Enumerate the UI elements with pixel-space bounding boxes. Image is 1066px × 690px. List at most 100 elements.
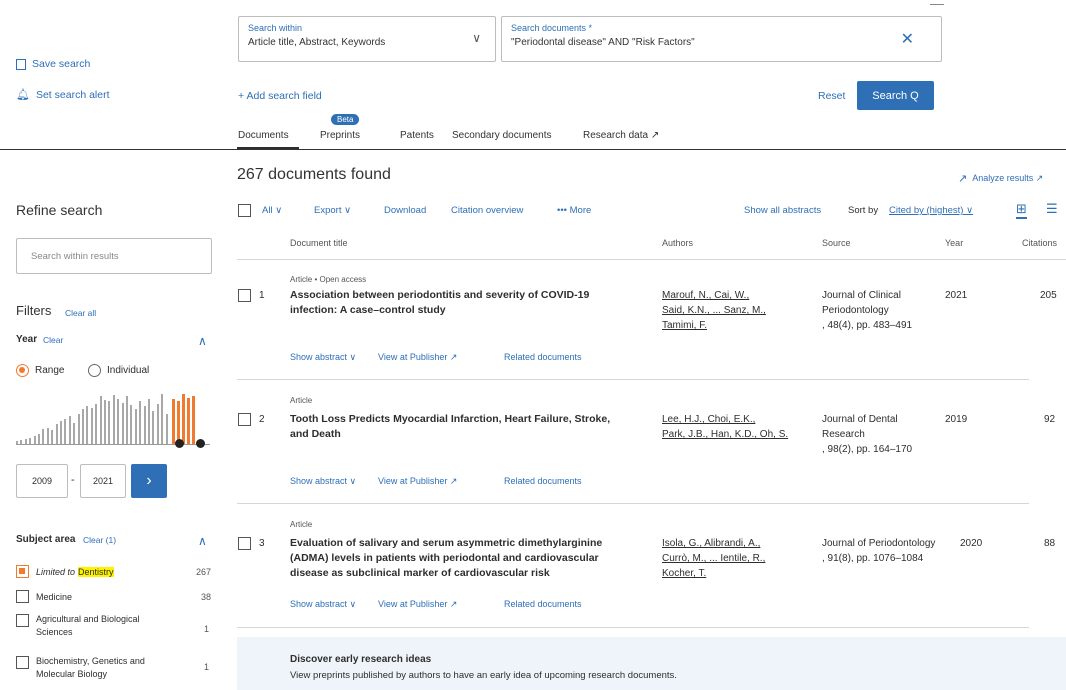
row-authors-line2[interactable]: Park, J.B., Han, K.D., Oh, S. <box>662 429 788 440</box>
discover-text[interactable]: View preprints published by authors to h… <box>290 670 677 681</box>
header-divider <box>237 259 1066 260</box>
row-title-line1[interactable]: Association between periodontitis and se… <box>290 288 589 303</box>
grid-view-icon[interactable]: ⊞ <box>1016 201 1027 219</box>
row-authors-line3[interactable]: Tamimi, F. <box>662 320 707 331</box>
row-authors-line3[interactable]: Kocher, T. <box>662 568 706 579</box>
chevron-up-icon[interactable]: ∧ <box>198 334 207 348</box>
range-handle-left[interactable] <box>175 439 184 448</box>
row-authors-line1[interactable]: Isola, G., Alibrandi, A., <box>662 538 760 549</box>
row-year: 2019 <box>945 414 968 425</box>
add-search-field-link[interactable]: + Add search field <box>238 90 322 102</box>
row-title-line1[interactable]: Evaluation of salivary and serum asymmet… <box>290 536 602 551</box>
tabs-divider <box>0 149 1066 150</box>
tab-research-data[interactable]: Research data ↗ <box>583 130 659 141</box>
all-dropdown[interactable]: All ∨ <box>262 205 282 216</box>
discover-banner: Discover early research ideas View prepr… <box>237 637 1066 690</box>
row-citations[interactable]: 205 <box>1040 290 1057 301</box>
export-dropdown[interactable]: Export ∨ <box>314 205 351 216</box>
related-documents-link[interactable]: Related documents <box>504 599 582 609</box>
histogram-bar <box>51 430 54 444</box>
column-year[interactable]: Year <box>945 238 963 248</box>
year-to-input[interactable]: 2021 <box>80 464 126 498</box>
row-source-line1[interactable]: Journal of Dental <box>822 414 898 425</box>
row-number: 3 <box>259 538 265 549</box>
search-within-label: Search within <box>248 23 303 33</box>
show-abstract-button[interactable]: Show abstract ∨ <box>290 599 356 610</box>
citation-overview-button[interactable]: Citation overview <box>451 205 523 216</box>
row-authors-line2[interactable]: Currò, M., ... Ientile, R., <box>662 553 765 564</box>
tab-secondary-documents[interactable]: Secondary documents <box>452 130 552 141</box>
search-documents-input[interactable]: Search documents * "Periodontal disease"… <box>501 16 942 62</box>
analyze-results-link[interactable]: ↗ Analyze results ↗ <box>958 172 1043 185</box>
row-checkbox[interactable] <box>238 413 251 426</box>
search-within-select[interactable]: Search within Article title, Abstract, K… <box>238 16 496 62</box>
view-at-publisher-link[interactable]: View at Publisher ↗ <box>378 352 457 363</box>
year-histogram[interactable] <box>16 392 210 444</box>
row-title-line2[interactable]: and Death <box>290 427 341 442</box>
row-authors-line1[interactable]: Lee, H.J., Choi, E.K., <box>662 414 755 425</box>
row-checkbox[interactable] <box>238 537 251 550</box>
column-source[interactable]: Source <box>822 238 851 248</box>
row-doc-type: Article <box>290 396 313 405</box>
row-authors-line1[interactable]: Marouf, N., Cai, W., <box>662 290 749 301</box>
row-title-line3[interactable]: disease as subclinical marker of cardiov… <box>290 566 550 581</box>
save-search-link[interactable]: Save search <box>16 58 90 70</box>
row-source-line3: , 98(2), pp. 164–170 <box>822 444 913 455</box>
histogram-bar <box>143 406 146 444</box>
view-at-publisher-link[interactable]: View at Publisher ↗ <box>378 476 457 487</box>
show-abstract-button[interactable]: Show abstract ∨ <box>290 352 356 363</box>
tab-documents[interactable]: Documents <box>238 130 289 141</box>
view-at-publisher-link[interactable]: View at Publisher ↗ <box>378 599 457 610</box>
row-title-line2[interactable]: (ADMA) levels in patients with periodont… <box>290 551 599 566</box>
row-source-line2[interactable]: Research <box>822 429 865 440</box>
sort-dropdown[interactable]: Cited by (highest) ∨ <box>889 205 973 216</box>
range-handle-right[interactable] <box>196 439 205 448</box>
close-icon[interactable]: ✕ <box>901 29 914 49</box>
chevron-up-icon[interactable]: ∧ <box>198 534 207 548</box>
radio-empty-icon <box>88 364 101 377</box>
related-documents-link[interactable]: Related documents <box>504 352 582 362</box>
beta-badge: Beta <box>331 114 360 125</box>
search-button[interactable]: Search Q <box>857 81 934 110</box>
tab-patents[interactable]: Patents <box>400 130 434 141</box>
subject-item-dentistry[interactable]: Limited to Dentistry 267 <box>16 565 211 578</box>
column-citations[interactable]: Citations <box>1022 238 1057 248</box>
apply-year-button[interactable]: › <box>131 464 167 498</box>
show-abstract-button[interactable]: Show abstract ∨ <box>290 476 356 487</box>
search-within-results-input[interactable]: Search within results <box>16 238 212 274</box>
tab-preprints[interactable]: Preprints <box>320 130 360 141</box>
histogram-bar <box>126 396 128 444</box>
related-documents-link[interactable]: Related documents <box>504 476 582 486</box>
more-button[interactable]: ••• More <box>557 205 591 216</box>
subject-item-medicine[interactable]: Medicine 38 <box>16 590 211 603</box>
histogram-bar <box>38 434 40 444</box>
row-checkbox[interactable] <box>238 289 251 302</box>
histogram-bar <box>86 406 89 444</box>
set-search-alert-link[interactable]: 🔔︎ Set search alert <box>16 88 110 102</box>
year-from-input[interactable]: 2009 <box>16 464 68 498</box>
histogram-bar <box>134 409 137 444</box>
histogram-bar-selected <box>182 394 185 444</box>
row-citations[interactable]: 88 <box>1044 538 1055 549</box>
row-title-line2[interactable]: infection: A case–control study <box>290 303 446 318</box>
row-authors-line2[interactable]: Said, K.N., ... Sanz, M., <box>662 305 766 316</box>
download-button[interactable]: Download <box>384 205 426 216</box>
list-view-icon[interactable]: ☰ <box>1046 201 1058 217</box>
row-source-line1[interactable]: Journal of Periodontology <box>822 538 935 549</box>
year-clear-link[interactable]: Clear <box>43 335 63 345</box>
column-authors[interactable]: Authors <box>662 238 693 248</box>
reset-button[interactable]: Reset <box>818 90 845 102</box>
show-all-abstracts-button[interactable]: Show all abstracts <box>744 205 821 216</box>
row-title-line1[interactable]: Tooth Loss Predicts Myocardial Infarctio… <box>290 412 610 427</box>
row-source-line3: , 48(4), pp. 483–491 <box>822 320 913 331</box>
row-source-line2[interactable]: Periodontology <box>822 305 889 316</box>
individual-radio[interactable]: Individual <box>88 364 149 377</box>
column-document-title[interactable]: Document title <box>290 238 348 248</box>
range-radio[interactable]: Range <box>16 364 64 377</box>
row-source-line1[interactable]: Journal of Clinical <box>822 290 901 301</box>
histogram-bar <box>33 436 36 444</box>
clear-all-link[interactable]: Clear all <box>65 308 96 318</box>
select-all-checkbox[interactable] <box>238 204 251 217</box>
subject-clear-link[interactable]: Clear (1) <box>83 535 116 545</box>
row-citations[interactable]: 92 <box>1044 414 1055 425</box>
